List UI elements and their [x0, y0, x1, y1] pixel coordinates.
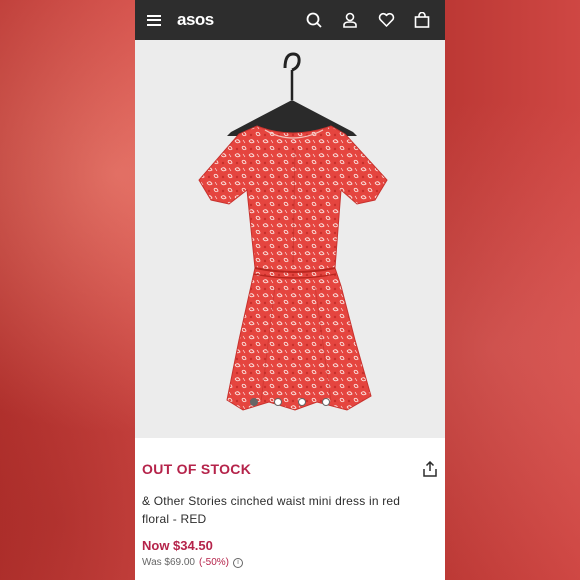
info-icon[interactable]: i: [233, 557, 244, 568]
product-image[interactable]: [135, 40, 445, 438]
current-price: Now $34.50: [142, 538, 213, 553]
gallery-dot-1[interactable]: [250, 398, 258, 406]
gallery-dot-4[interactable]: [322, 398, 330, 406]
was-price-row: Was $69.00 (-50%) i: [142, 557, 438, 568]
search-icon[interactable]: [303, 9, 325, 31]
was-price: Was $69.00: [142, 557, 195, 568]
background-right: [445, 0, 580, 580]
gallery-dot-3[interactable]: [298, 398, 306, 406]
menu-icon[interactable]: [147, 14, 161, 26]
gallery-dots: [135, 398, 445, 406]
discount-badge: (-50%): [199, 557, 230, 568]
background-left: [0, 0, 135, 580]
dress-illustration: [198, 52, 388, 411]
account-icon[interactable]: [339, 9, 361, 31]
bag-icon[interactable]: [411, 9, 433, 31]
stock-row: OUT OF STOCK: [142, 460, 438, 477]
asos-logo[interactable]: asos: [177, 10, 214, 30]
share-icon[interactable]: [422, 460, 438, 477]
wishlist-icon[interactable]: [375, 9, 397, 31]
product-details: OUT OF STOCK & Other Stories cinched wai…: [135, 460, 445, 568]
product-title: & Other Stories cinched waist mini dress…: [142, 494, 401, 526]
stock-status: OUT OF STOCK: [142, 461, 252, 477]
gallery-dot-2[interactable]: [274, 398, 282, 406]
top-nav-bar: asos: [135, 0, 445, 40]
phone-screen: asos OUT OF STOCK & Other Stories cinche…: [135, 0, 445, 580]
header-icons: [303, 9, 433, 31]
